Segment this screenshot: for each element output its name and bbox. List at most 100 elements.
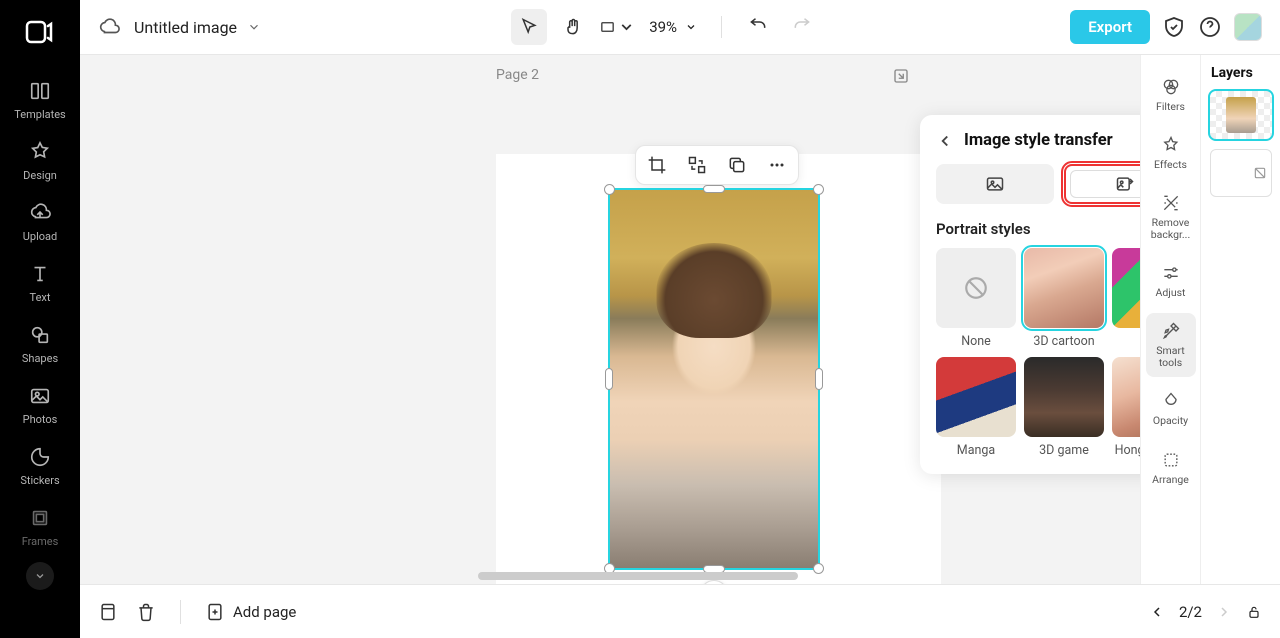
rr-label: Arrange xyxy=(1152,474,1189,486)
rr-filters[interactable]: Filters xyxy=(1146,69,1196,121)
rr-opacity[interactable]: Opacity xyxy=(1146,383,1196,435)
replace-icon[interactable] xyxy=(684,152,710,178)
style-3d-cartoon[interactable]: 3D cartoon xyxy=(1024,248,1104,349)
style-pop[interactable]: Pop xyxy=(1112,248,1140,349)
style-label: 3D game xyxy=(1039,443,1089,458)
resize-handle-t[interactable] xyxy=(703,185,725,193)
delete-icon[interactable] xyxy=(136,602,156,622)
layers-title: Layers xyxy=(1211,65,1253,81)
rail-label: Upload xyxy=(23,230,57,243)
redo-button[interactable] xyxy=(784,9,820,45)
rr-label: Opacity xyxy=(1153,415,1188,427)
rail-label: Templates xyxy=(14,108,65,121)
rail-label: Shapes xyxy=(22,352,58,365)
rr-arrange[interactable]: Arrange xyxy=(1146,442,1196,494)
hand-tool[interactable] xyxy=(555,9,591,45)
style-transfer-panel: Image style transfer Portrait styles Non… xyxy=(920,115,1140,474)
main: Untitled image 39% Export Page 2 xyxy=(80,0,1280,638)
divider xyxy=(721,16,722,38)
style-hong-kong[interactable]: Hong Kong ... xyxy=(1112,357,1140,458)
left-rail: Templates Design Upload Text Shapes Phot… xyxy=(0,0,80,638)
rr-remove-bg[interactable]: Remove backgr... xyxy=(1146,185,1196,249)
rr-label: Filters xyxy=(1156,101,1185,113)
rr-label: Smart tools xyxy=(1146,345,1196,369)
frame-tool[interactable] xyxy=(599,9,635,45)
shield-icon[interactable] xyxy=(1162,15,1186,39)
bottombar-left: Add page xyxy=(98,600,296,624)
panel-title: Image style transfer xyxy=(964,131,1140,150)
prev-page-icon[interactable] xyxy=(1149,604,1165,620)
rr-label: Adjust xyxy=(1156,287,1186,299)
right-rail: Filters Effects Remove backgr... Adjust … xyxy=(1140,55,1200,584)
help-icon[interactable] xyxy=(1198,15,1222,39)
style-grid: None 3D cartoon Pop Manga 3D game Hong K… xyxy=(936,248,1140,458)
rail-frames[interactable]: Frames xyxy=(5,497,75,558)
style-label: None xyxy=(961,334,991,349)
canvas-area[interactable]: Page 2 xyxy=(80,55,1140,584)
next-page-icon[interactable] xyxy=(1216,604,1232,620)
selection-toolbar xyxy=(635,145,799,185)
rail-expand[interactable] xyxy=(26,562,54,590)
rr-adjust[interactable]: Adjust xyxy=(1146,255,1196,307)
page-label: Page 2 xyxy=(496,67,539,83)
rail-shapes[interactable]: Shapes xyxy=(5,314,75,375)
rail-label: Design xyxy=(23,169,57,182)
layer-thumb-2[interactable] xyxy=(1210,149,1272,197)
horizontal-scrollbar[interactable] xyxy=(478,572,798,580)
rr-label: Effects xyxy=(1154,159,1187,171)
rail-label: Frames xyxy=(22,535,59,548)
back-icon[interactable] xyxy=(936,132,954,150)
resize-handle-l[interactable] xyxy=(605,368,613,390)
resize-handle-tr[interactable] xyxy=(813,184,824,195)
resize-handle-br[interactable] xyxy=(813,563,824,574)
zoom-text: 39% xyxy=(649,18,677,36)
rail-label: Stickers xyxy=(20,474,59,487)
resize-handle-tl[interactable] xyxy=(604,184,615,195)
zoom-level[interactable]: 39% xyxy=(649,18,697,36)
rail-photos[interactable]: Photos xyxy=(5,375,75,436)
style-3d-game[interactable]: 3D game xyxy=(1024,357,1104,458)
copy-icon[interactable] xyxy=(724,152,750,178)
rail-templates[interactable]: Templates xyxy=(5,70,75,131)
color-chip[interactable] xyxy=(1234,13,1262,41)
resize-handle-r[interactable] xyxy=(815,368,823,390)
add-page-label: Add page xyxy=(233,603,296,621)
style-label: Hong Kong ... xyxy=(1115,443,1140,458)
undo-button[interactable] xyxy=(740,9,776,45)
topbar-right: Export xyxy=(1070,10,1262,44)
bottombar: Add page 2/2 xyxy=(80,584,1280,638)
page-indicator: 2/2 xyxy=(1179,603,1202,621)
rr-label: Remove backgr... xyxy=(1146,217,1196,241)
page-expand-icon[interactable] xyxy=(892,67,910,89)
doc-title-text: Untitled image xyxy=(134,18,237,37)
more-icon[interactable] xyxy=(764,152,790,178)
style-label: 3D cartoon xyxy=(1033,334,1094,349)
rail-design[interactable]: Design xyxy=(5,131,75,192)
topbar: Untitled image 39% Export xyxy=(80,0,1280,55)
tab-scene-styles[interactable] xyxy=(936,164,1054,204)
cursor-tool[interactable] xyxy=(511,9,547,45)
divider xyxy=(180,600,181,624)
style-label: Manga xyxy=(957,443,995,458)
bottombar-right: 2/2 xyxy=(1149,603,1262,621)
rail-stickers[interactable]: Stickers xyxy=(5,436,75,497)
layer-thumb-1[interactable] xyxy=(1210,91,1272,139)
style-manga[interactable]: Manga xyxy=(936,357,1016,458)
cloud-icon[interactable] xyxy=(98,16,120,38)
lock-icon[interactable] xyxy=(1246,604,1262,620)
section-title: Portrait styles xyxy=(936,220,1031,238)
style-none[interactable]: None xyxy=(936,248,1016,349)
rail-text[interactable]: Text xyxy=(5,253,75,314)
selected-image[interactable] xyxy=(608,188,820,570)
doc-title[interactable]: Untitled image xyxy=(134,18,261,37)
tab-portrait-styles[interactable] xyxy=(1064,164,1140,204)
export-button[interactable]: Export xyxy=(1070,10,1150,44)
rail-upload[interactable]: Upload xyxy=(5,192,75,253)
add-page-button[interactable]: Add page xyxy=(205,602,296,622)
rail-label: Text xyxy=(30,291,51,304)
pages-icon[interactable] xyxy=(98,602,118,622)
rr-effects[interactable]: Effects xyxy=(1146,127,1196,179)
crop-icon[interactable] xyxy=(644,152,670,178)
rr-smart-tools[interactable]: Smart tools xyxy=(1146,313,1196,377)
app-logo[interactable] xyxy=(22,14,58,50)
